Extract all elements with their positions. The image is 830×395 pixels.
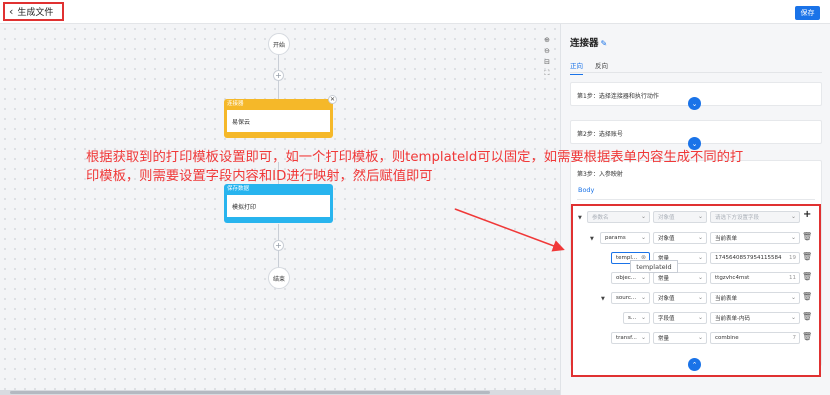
node-title: 保存数据 [227,186,250,192]
param-value-select[interactable]: 当前表单 ⌄ [710,292,800,304]
fit-icon[interactable]: ⊟ [542,57,552,67]
add-node-button[interactable]: + [273,240,284,251]
param-value-header: 请选下方设置字段 ⌄ [710,211,800,223]
param-name-select[interactable]: objec... ⌄ [611,272,650,284]
panel-title: 连接器 ✎ [570,38,608,49]
add-row-icon[interactable]: + [803,209,811,220]
trash-icon[interactable]: 🗑 [802,312,812,321]
back-button[interactable]: ‹ 生成文件 [3,2,64,21]
param-type-header: 对象值 ⌄ [653,211,707,223]
param-type-select[interactable]: 常量 ⌄ [653,332,707,344]
divider [570,72,822,73]
trash-icon[interactable]: 🗑 [802,252,812,261]
param-value-input[interactable]: 1745640857954115584 19 [710,252,800,264]
close-icon[interactable]: ✕ [328,95,337,104]
connector-node-card[interactable]: 连接器 易保云 [224,99,333,138]
param-mapping-table: ▼ 参数名 ⌄ 对象值 ⌄ 请选下方设置字段 ⌄ + ▼ params ⌄ 对象值 ⌄ 当… [571,204,821,377]
caret-down-icon[interactable]: ▼ [578,215,582,221]
param-value-select[interactable]: 当前表单-内码 ⌄ [710,312,800,324]
start-node[interactable]: 开始 [268,33,290,55]
chevron-down-icon[interactable]: ⌄ [688,97,701,110]
step-1-label: 第1步：选择连接器和执行动作 [577,93,659,100]
param-value-select[interactable]: 当前表单 ⌄ [710,232,800,244]
caret-down-icon[interactable]: ▼ [601,296,605,302]
param-value-input[interactable]: ttgzvhc4mst 11 [710,272,800,284]
param-name-header: 参数名 ⌄ [587,211,650,223]
chevron-left-icon: ‹ [9,5,14,18]
node-body: 易保云 [227,110,330,132]
param-type-select[interactable]: 对象值 ⌄ [653,232,707,244]
trash-icon[interactable]: 🗑 [802,232,812,241]
step-2-label: 第2步：选择账号 [577,131,623,138]
node-title: 连接器 [227,101,244,107]
zoom-in-icon[interactable]: ⊕ [542,35,552,45]
fullscreen-icon[interactable]: ⛶ [542,68,552,78]
param-name-select[interactable]: params ⌄ [600,232,650,244]
flow-canvas[interactable]: 开始 + 连接器 易保云 ✕ 保存数据 模拟打印 + 结束 ⊕ ⊖ ⊟ ⛶ [0,24,560,395]
param-name-select[interactable]: s... ⌄ [623,312,650,324]
tab-body[interactable]: Body [578,186,594,194]
node-body: 模拟打印 [227,195,330,217]
param-type-select[interactable]: 常量 ⌄ [653,272,707,284]
param-type-select[interactable]: 对象值 ⌄ [653,292,707,304]
save-data-node-card[interactable]: 保存数据 模拟打印 [224,184,333,223]
tooltip: templateId [630,260,678,273]
param-name-select[interactable]: transf... ⌄ [611,332,650,344]
edit-icon[interactable]: ✎ [601,39,608,48]
page-title: 生成文件 [17,8,54,18]
horizontal-scrollbar[interactable] [0,390,560,395]
trash-icon[interactable]: 🗑 [802,272,812,281]
param-type-select[interactable]: 字段值 ⌄ [653,312,707,324]
add-node-button[interactable]: + [273,70,284,81]
top-bar: ‹ 生成文件 保存 [0,0,830,24]
divider [577,199,815,200]
connector-config-panel: 连接器 ✎ 正向 反向 第1步：选择连接器和执行动作 ⌄ 第2步：选择账号 ⌄ 第… [560,24,830,395]
chevron-up-icon[interactable]: ⌃ [688,358,701,371]
trash-icon[interactable]: 🗑 [802,292,812,301]
trash-icon[interactable]: 🗑 [802,332,812,341]
param-name-select[interactable]: sourc... ⌄ [611,292,650,304]
end-node[interactable]: 结束 [268,267,290,289]
save-button[interactable]: 保存 [795,6,820,20]
zoom-out-icon[interactable]: ⊖ [542,46,552,56]
annotation-text: 根据获取到的打印模板设置即可，如一个打印模板，则templateld可以固定，如… [86,150,744,184]
caret-down-icon[interactable]: ▼ [590,236,594,242]
param-value-input[interactable]: combine 7 [710,332,800,344]
